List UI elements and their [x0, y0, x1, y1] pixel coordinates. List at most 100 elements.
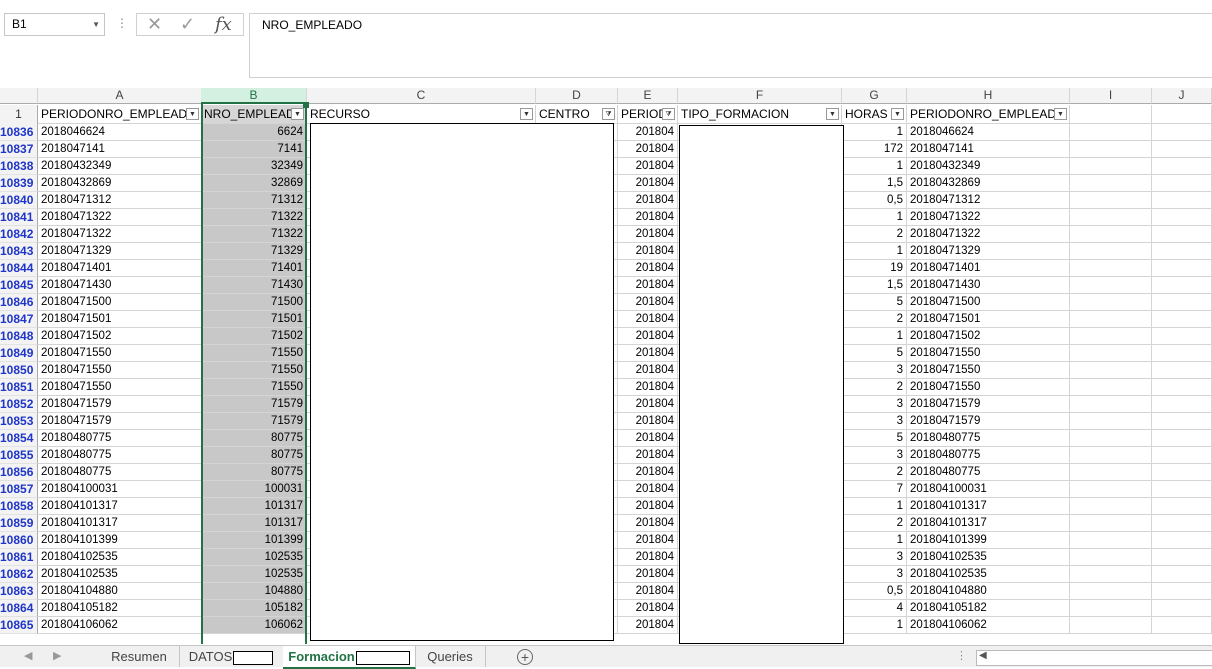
- row-header[interactable]: 10861: [0, 549, 38, 566]
- cell-j[interactable]: [1152, 362, 1212, 379]
- cell-h[interactable]: 20180471430: [907, 277, 1070, 294]
- cell-j[interactable]: [1152, 447, 1212, 464]
- column-header-i[interactable]: I: [1070, 88, 1152, 104]
- cell-i[interactable]: [1070, 396, 1152, 413]
- scroll-left-icon[interactable]: ◀: [979, 650, 987, 661]
- row-header[interactable]: 10857: [0, 481, 38, 498]
- row-header[interactable]: 10845: [0, 277, 38, 294]
- cell-h[interactable]: 20180471329: [907, 243, 1070, 260]
- cell-g[interactable]: 1: [842, 243, 907, 260]
- cell-h[interactable]: 20180471500: [907, 294, 1070, 311]
- cell-a[interactable]: 201804104880: [38, 583, 202, 600]
- filter-dropdown-icon[interactable]: ▼: [520, 108, 533, 120]
- cell-a[interactable]: 20180480775: [38, 447, 202, 464]
- filter-dropdown-icon[interactable]: ▼: [1054, 108, 1067, 120]
- cell-i[interactable]: [1070, 226, 1152, 243]
- cell-j[interactable]: [1152, 209, 1212, 226]
- cell-i[interactable]: [1070, 464, 1152, 481]
- row-header[interactable]: 10837: [0, 141, 38, 158]
- cell-g[interactable]: 2: [842, 226, 907, 243]
- cell-i[interactable]: [1070, 549, 1152, 566]
- cell-a[interactable]: 20180471312: [38, 192, 202, 209]
- cell-e[interactable]: 201804: [618, 396, 678, 413]
- insert-function-icon[interactable]: fx: [215, 14, 232, 35]
- column-header-h[interactable]: H: [907, 88, 1070, 104]
- cell-g[interactable]: 2: [842, 464, 907, 481]
- cell-j[interactable]: [1152, 294, 1212, 311]
- cell-j[interactable]: [1152, 413, 1212, 430]
- cell-i[interactable]: [1070, 243, 1152, 260]
- cell-h[interactable]: 201804104880: [907, 583, 1070, 600]
- column-header-b[interactable]: B: [201, 88, 307, 104]
- row-header[interactable]: 10838: [0, 158, 38, 175]
- cell-a[interactable]: 20180471550: [38, 362, 202, 379]
- row-header[interactable]: 10841: [0, 209, 38, 226]
- cell-h[interactable]: 201804101317: [907, 498, 1070, 515]
- cell-g[interactable]: 3: [842, 549, 907, 566]
- cell-e[interactable]: 201804: [618, 345, 678, 362]
- cell-a[interactable]: 20180471501: [38, 311, 202, 328]
- cell-e[interactable]: 201804: [618, 583, 678, 600]
- cell-i[interactable]: [1070, 515, 1152, 532]
- cell-g[interactable]: 1: [842, 124, 907, 141]
- cell-g[interactable]: 1: [842, 328, 907, 345]
- cell-i[interactable]: [1070, 175, 1152, 192]
- cell-i[interactable]: [1070, 362, 1152, 379]
- row-header[interactable]: 10858: [0, 498, 38, 515]
- cell-i[interactable]: [1070, 141, 1152, 158]
- cell-j[interactable]: [1152, 124, 1212, 141]
- add-sheet-button[interactable]: +: [517, 649, 533, 665]
- cell-e[interactable]: 201804: [618, 311, 678, 328]
- cell-a[interactable]: 201804102535: [38, 566, 202, 583]
- cell-i[interactable]: [1070, 192, 1152, 209]
- cell-a[interactable]: 20180432349: [38, 158, 202, 175]
- cell-a[interactable]: 201804106062: [38, 617, 202, 634]
- row-header[interactable]: 10851: [0, 379, 38, 396]
- cell-h[interactable]: 20180480775: [907, 447, 1070, 464]
- cell-j[interactable]: [1152, 532, 1212, 549]
- cell-h[interactable]: 2018046624: [907, 124, 1070, 141]
- header-cell-j[interactable]: [1152, 105, 1212, 124]
- row-header[interactable]: 10836: [0, 124, 38, 141]
- cell-a[interactable]: 201804101399: [38, 532, 202, 549]
- cell-j[interactable]: [1152, 277, 1212, 294]
- cell-h[interactable]: 20180471579: [907, 396, 1070, 413]
- name-box[interactable]: B1 ▼: [4, 13, 105, 36]
- row-header[interactable]: 10848: [0, 328, 38, 345]
- cell-e[interactable]: 201804: [618, 447, 678, 464]
- cell-g[interactable]: 1: [842, 158, 907, 175]
- cell-i[interactable]: [1070, 498, 1152, 515]
- cell-g[interactable]: 0,5: [842, 192, 907, 209]
- cell-h[interactable]: 20180480775: [907, 430, 1070, 447]
- header-cell-f[interactable]: TIPO_FORMACION ▼: [678, 105, 842, 124]
- row-header[interactable]: 10863: [0, 583, 38, 600]
- cell-i[interactable]: [1070, 532, 1152, 549]
- cell-e[interactable]: 201804: [618, 294, 678, 311]
- cell-h[interactable]: 20180432349: [907, 158, 1070, 175]
- tab-splitter-icon[interactable]: ⋮: [956, 646, 967, 667]
- cell-e[interactable]: 201804: [618, 277, 678, 294]
- cell-j[interactable]: [1152, 379, 1212, 396]
- cell-j[interactable]: [1152, 464, 1212, 481]
- cell-e[interactable]: 201804: [618, 515, 678, 532]
- cell-e[interactable]: 201804: [618, 192, 678, 209]
- cell-e[interactable]: 201804: [618, 243, 678, 260]
- cell-a[interactable]: 201804101317: [38, 515, 202, 532]
- row-header[interactable]: 10853: [0, 413, 38, 430]
- cell-h[interactable]: 20180432869: [907, 175, 1070, 192]
- cell-g[interactable]: 3: [842, 566, 907, 583]
- cell-a[interactable]: 20180471401: [38, 260, 202, 277]
- cell-a[interactable]: 20180471579: [38, 413, 202, 430]
- cell-g[interactable]: 2: [842, 515, 907, 532]
- cell-a[interactable]: 20180471430: [38, 277, 202, 294]
- cell-j[interactable]: [1152, 226, 1212, 243]
- cell-j[interactable]: [1152, 328, 1212, 345]
- cell-i[interactable]: [1070, 209, 1152, 226]
- column-header-c[interactable]: C: [307, 88, 536, 104]
- cell-e[interactable]: 201804: [618, 532, 678, 549]
- cell-j[interactable]: [1152, 396, 1212, 413]
- row-header[interactable]: 10856: [0, 464, 38, 481]
- prev-sheet-icon[interactable]: ◀: [24, 646, 32, 667]
- cell-j[interactable]: [1152, 481, 1212, 498]
- cell-i[interactable]: [1070, 260, 1152, 277]
